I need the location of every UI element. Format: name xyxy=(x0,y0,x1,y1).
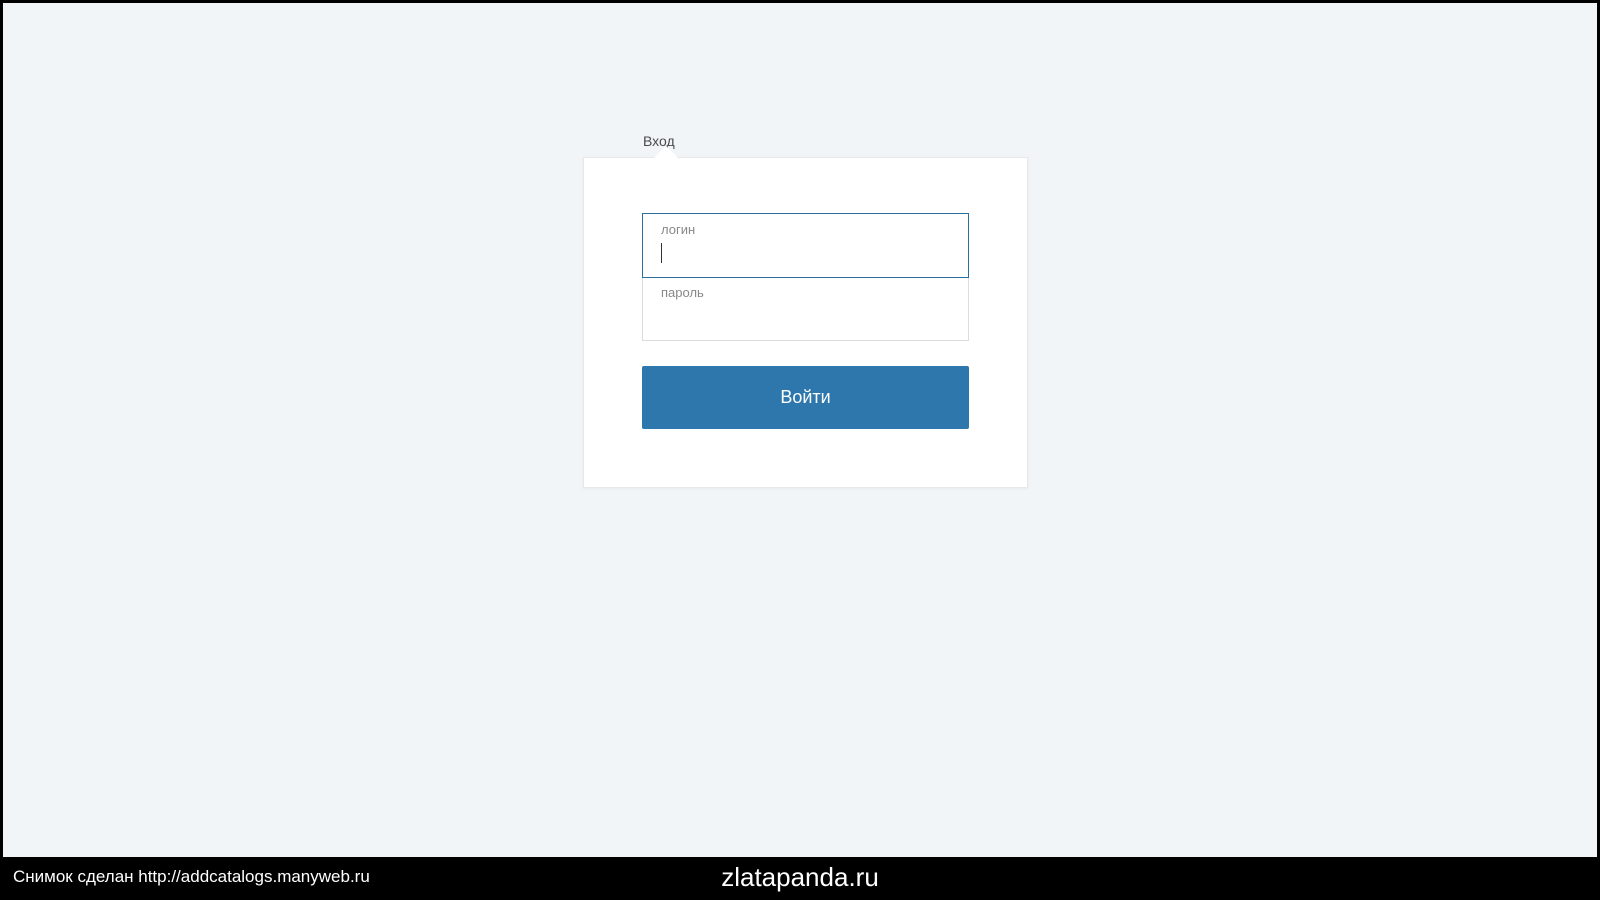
input-group: логин пароль xyxy=(642,213,969,341)
login-container: Вход логин пароль Войти xyxy=(583,133,1028,488)
login-button[interactable]: Войти xyxy=(642,366,969,429)
password-field-wrapper: пароль xyxy=(643,277,968,340)
login-title: Вход xyxy=(643,133,1028,149)
username-field-wrapper: логин xyxy=(642,213,969,278)
footer-left-text: Снимок сделан http://addcatalogs.manyweb… xyxy=(13,867,370,887)
password-input[interactable] xyxy=(661,306,950,328)
password-label: пароль xyxy=(661,285,950,300)
username-label: логин xyxy=(661,222,950,237)
footer-center-text: zlatapanda.ru xyxy=(721,862,879,893)
footer-bar: Снимок сделан http://addcatalogs.manyweb… xyxy=(3,857,1597,897)
login-card: логин пароль Войти xyxy=(583,157,1028,488)
